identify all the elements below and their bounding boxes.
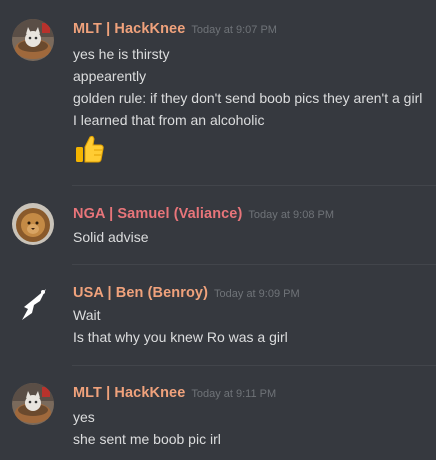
message-text: golden rule: if they don't send boob pic… [73, 90, 423, 106]
message-text: Is that why you knew Ro was a girl [73, 329, 288, 345]
lion-avatar[interactable] [12, 203, 54, 245]
message-text: Wait [73, 307, 101, 323]
message-text: appearently [73, 68, 147, 84]
timestamp: Today at 9:07 PM [191, 24, 277, 36]
message-text: she sent me boob pic irl [73, 431, 221, 447]
timestamp: Today at 9:09 PM [214, 288, 300, 300]
message-text: yes he is thirsty [73, 46, 170, 62]
username[interactable]: MLT | HackKnee [73, 21, 185, 37]
message-text: yes [73, 409, 95, 425]
username[interactable]: MLT | HackKnee [73, 385, 185, 401]
message-text: Solid advise [73, 229, 149, 245]
white-bird-avatar[interactable] [12, 283, 54, 325]
username[interactable]: NGA | Samuel (Valiance) [73, 206, 242, 222]
message-group: USA | Ben (Benroy) Today at 9:09 PM Wait… [0, 265, 436, 365]
timestamp: Today at 9:11 PM [191, 388, 277, 400]
message-group: MLT | HackKnee Today at 9:07 PM yes he i… [0, 0, 436, 185]
thumbs-up-emoji [74, 133, 106, 165]
message-text: I learned that from an alcoholic [73, 112, 265, 128]
message-group: MLT | HackKnee Today at 9:11 PM yes she … [0, 366, 436, 460]
timestamp: Today at 9:08 PM [248, 209, 335, 221]
cat-in-basket-avatar[interactable] [12, 383, 54, 425]
username[interactable]: USA | Ben (Benroy) [73, 285, 208, 301]
message-group: NGA | Samuel (Valiance) Today at 9:08 PM… [0, 186, 436, 264]
cat-in-basket-avatar[interactable] [12, 19, 54, 61]
